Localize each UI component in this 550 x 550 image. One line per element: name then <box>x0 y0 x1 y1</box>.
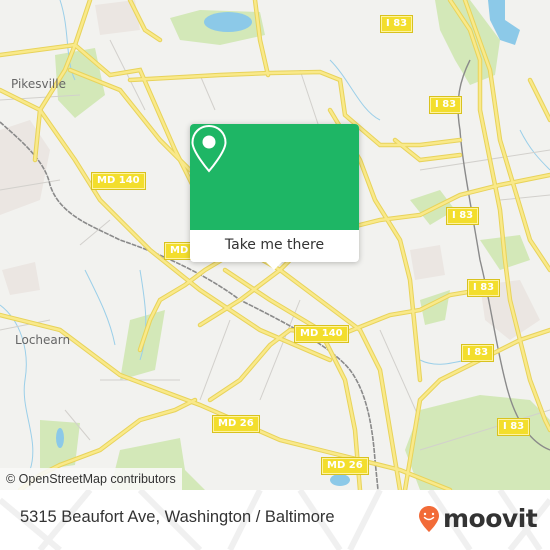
moovit-pin-icon <box>419 506 439 532</box>
popup-header <box>190 124 359 230</box>
location-pin-icon <box>191 124 227 173</box>
road-shield-md-140: MD 140 <box>294 325 349 343</box>
map-attribution[interactable]: © OpenStreetMap contributors <box>0 468 182 490</box>
road-shield-i-83: I 83 <box>466 279 501 297</box>
park-se-large <box>405 395 550 490</box>
road-shield-i-83: I 83 <box>496 418 531 436</box>
pond-se <box>330 474 350 486</box>
road-shield-md-140: MD 140 <box>91 172 146 190</box>
location-popup: Take me there <box>190 124 359 270</box>
place-label-lochearn: Lochearn <box>15 333 71 347</box>
address-label: 5315 Beaufort Ave, Washington / Baltimor… <box>20 508 335 526</box>
road-shield-md-26: MD 26 <box>321 457 369 475</box>
pond-sw <box>56 428 64 448</box>
map[interactable]: Pikesville Lochearn MD 140 MD MD 140 MD … <box>0 0 550 490</box>
road-shield-i-83: I 83 <box>445 207 480 225</box>
road-shield-i-83: I 83 <box>460 344 495 362</box>
take-me-there-button[interactable]: Take me there <box>190 230 359 262</box>
moovit-logo-text: moovit <box>443 504 538 533</box>
place-label-pikesville: Pikesville <box>11 77 66 91</box>
road-shield-md-26: MD 26 <box>212 415 260 433</box>
popup-pointer <box>266 262 282 270</box>
moovit-logo[interactable]: moovit <box>418 504 538 534</box>
road-shield-i-83: I 83 <box>379 15 414 33</box>
footer: 5315 Beaufort Ave, Washington / Baltimor… <box>0 490 550 550</box>
road-shield-i-83: I 83 <box>428 96 463 114</box>
lake-north <box>204 12 252 32</box>
